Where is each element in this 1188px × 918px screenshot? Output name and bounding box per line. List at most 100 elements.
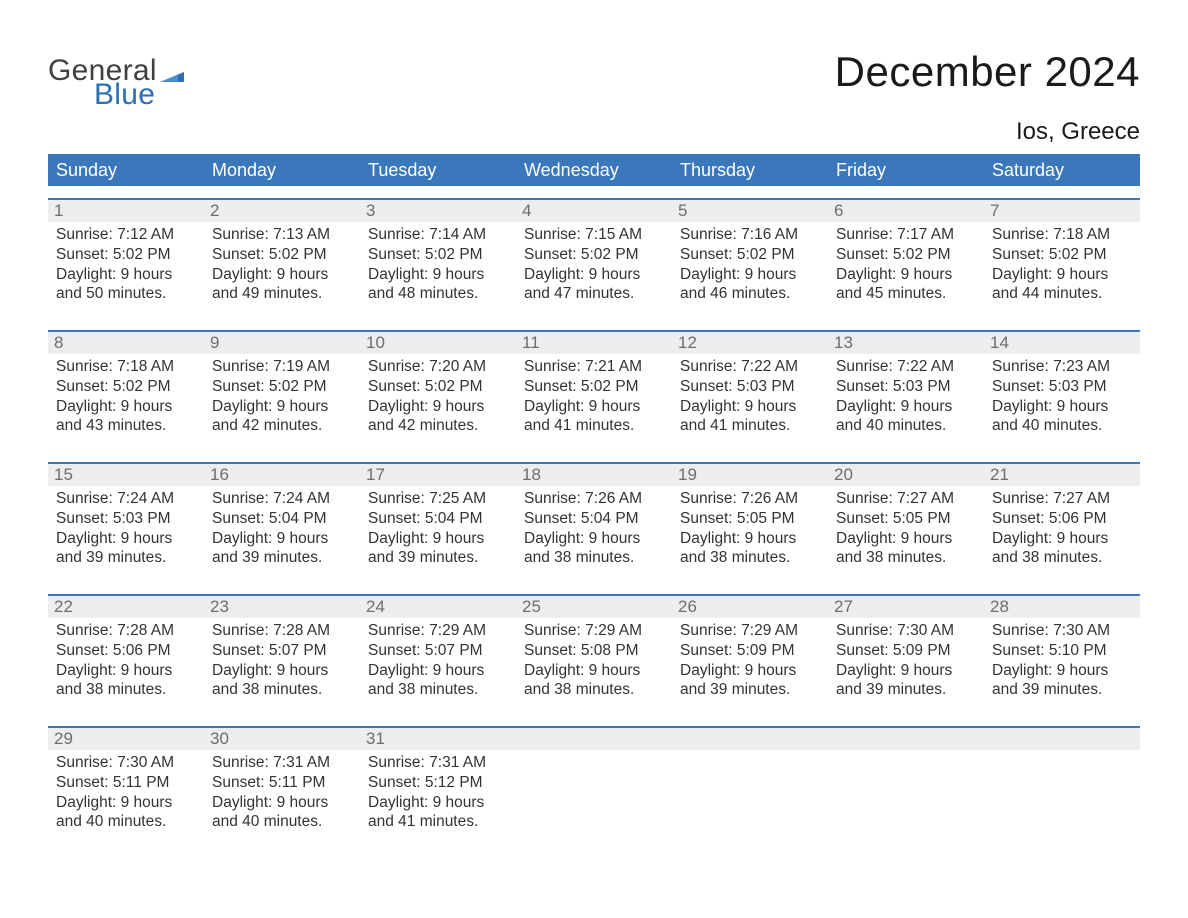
day-cell: Sunrise: 7:14 AM Sunset: 5:02 PM Dayligh… (360, 222, 516, 318)
day-number-row: 1 2 3 4 5 6 7 (48, 200, 1140, 222)
weekday-header: Thursday (672, 160, 828, 181)
daylight-text-2: and 38 minutes. (524, 548, 664, 568)
brand-word-blue: Blue (94, 78, 155, 112)
daylight-text-1: Daylight: 9 hours (992, 397, 1132, 417)
daylight-text-2: and 49 minutes. (212, 284, 352, 304)
day-cell: Sunrise: 7:31 AMSunset: 5:12 PMDaylight:… (360, 750, 516, 846)
day-cell (828, 750, 984, 846)
daylight-text-2: and 38 minutes. (524, 680, 664, 700)
sunrise-text: Sunrise: 7:13 AM (212, 225, 352, 245)
daylight-text-2: and 39 minutes. (680, 680, 820, 700)
daylight-text-1: Daylight: 9 hours (836, 661, 976, 681)
weekday-header: Saturday (984, 160, 1140, 181)
header-area: General Blue December 2024 Ios, Greece (48, 30, 1140, 146)
sunset-text: Sunset: 5:03 PM (836, 377, 976, 397)
day-number: 24 (360, 597, 516, 617)
daylight-text-2: and 40 minutes. (992, 416, 1132, 436)
daylight-text-1: Daylight: 9 hours (212, 793, 352, 813)
day-cell: Sunrise: 7:17 AM Sunset: 5:02 PM Dayligh… (828, 222, 984, 318)
day-number: 26 (672, 597, 828, 617)
title-block: December 2024 Ios, Greece (835, 30, 1140, 146)
sunset-text: Sunset: 5:11 PM (212, 773, 352, 793)
daylight-text-1: Daylight: 9 hours (680, 397, 820, 417)
daylight-text-1: Daylight: 9 hours (212, 265, 352, 285)
calendar-grid: Sunday Monday Tuesday Wednesday Thursday… (48, 154, 1140, 846)
day-cell: Sunrise: 7:23 AMSunset: 5:03 PMDaylight:… (984, 354, 1140, 450)
day-cell (672, 750, 828, 846)
day-cell: Sunrise: 7:28 AMSunset: 5:06 PMDaylight:… (48, 618, 204, 714)
sunrise-text: Sunrise: 7:26 AM (524, 489, 664, 509)
day-number: 10 (360, 333, 516, 353)
daylight-text-1: Daylight: 9 hours (680, 265, 820, 285)
day-content-row: Sunrise: 7:24 AMSunset: 5:03 PMDaylight:… (48, 486, 1140, 582)
sunset-text: Sunset: 5:03 PM (56, 509, 196, 529)
daylight-text-2: and 40 minutes. (56, 812, 196, 832)
daylight-text-2: and 39 minutes. (836, 680, 976, 700)
daylight-text-2: and 38 minutes. (368, 680, 508, 700)
daylight-text-1: Daylight: 9 hours (992, 265, 1132, 285)
daylight-text-2: and 39 minutes. (992, 680, 1132, 700)
daylight-text-2: and 38 minutes. (212, 680, 352, 700)
day-number: 30 (204, 729, 360, 749)
sunset-text: Sunset: 5:02 PM (680, 245, 820, 265)
sunrise-text: Sunrise: 7:25 AM (368, 489, 508, 509)
day-cell: Sunrise: 7:29 AMSunset: 5:07 PMDaylight:… (360, 618, 516, 714)
sunrise-text: Sunrise: 7:26 AM (680, 489, 820, 509)
sunset-text: Sunset: 5:05 PM (680, 509, 820, 529)
day-number: 4 (516, 201, 672, 221)
sunset-text: Sunset: 5:04 PM (212, 509, 352, 529)
week-row: 1 2 3 4 5 6 7 Sunrise: 7:12 AM Sunset: 5… (48, 198, 1140, 318)
day-cell: Sunrise: 7:30 AMSunset: 5:11 PMDaylight:… (48, 750, 204, 846)
day-number-row: 8 9 10 11 12 13 14 (48, 332, 1140, 354)
sunset-text: Sunset: 5:02 PM (992, 245, 1132, 265)
sunrise-text: Sunrise: 7:17 AM (836, 225, 976, 245)
day-number: 1 (48, 201, 204, 221)
daylight-text-1: Daylight: 9 hours (56, 661, 196, 681)
day-cell: Sunrise: 7:29 AMSunset: 5:08 PMDaylight:… (516, 618, 672, 714)
sunrise-text: Sunrise: 7:31 AM (212, 753, 352, 773)
sunrise-text: Sunrise: 7:29 AM (524, 621, 664, 641)
sunset-text: Sunset: 5:02 PM (368, 245, 508, 265)
day-cell: Sunrise: 7:13 AM Sunset: 5:02 PM Dayligh… (204, 222, 360, 318)
sunrise-text: Sunrise: 7:28 AM (212, 621, 352, 641)
sunset-text: Sunset: 5:07 PM (212, 641, 352, 661)
week-row: 15 16 17 18 19 20 21 Sunrise: 7:24 AMSun… (48, 462, 1140, 582)
daylight-text-1: Daylight: 9 hours (368, 793, 508, 813)
day-cell: Sunrise: 7:22 AMSunset: 5:03 PMDaylight:… (828, 354, 984, 450)
day-cell: Sunrise: 7:20 AMSunset: 5:02 PMDaylight:… (360, 354, 516, 450)
daylight-text-1: Daylight: 9 hours (524, 265, 664, 285)
daylight-text-1: Daylight: 9 hours (836, 265, 976, 285)
day-number: 25 (516, 597, 672, 617)
weekday-header: Friday (828, 160, 984, 181)
brand-logo: General Blue (48, 56, 184, 112)
day-cell: Sunrise: 7:18 AM Sunset: 5:02 PM Dayligh… (984, 222, 1140, 318)
sunrise-text: Sunrise: 7:22 AM (836, 357, 976, 377)
daylight-text-2: and 47 minutes. (524, 284, 664, 304)
day-number: 2 (204, 201, 360, 221)
day-cell: Sunrise: 7:15 AM Sunset: 5:02 PM Dayligh… (516, 222, 672, 318)
sunset-text: Sunset: 5:06 PM (992, 509, 1132, 529)
daylight-text-1: Daylight: 9 hours (992, 661, 1132, 681)
sunset-text: Sunset: 5:02 PM (368, 377, 508, 397)
sunrise-text: Sunrise: 7:20 AM (368, 357, 508, 377)
day-cell: Sunrise: 7:26 AMSunset: 5:04 PMDaylight:… (516, 486, 672, 582)
day-cell (516, 750, 672, 846)
daylight-text-2: and 38 minutes. (56, 680, 196, 700)
day-number: 8 (48, 333, 204, 353)
day-number: 19 (672, 465, 828, 485)
day-cell: Sunrise: 7:30 AMSunset: 5:10 PMDaylight:… (984, 618, 1140, 714)
day-content-row: Sunrise: 7:12 AM Sunset: 5:02 PM Dayligh… (48, 222, 1140, 318)
day-number: 28 (984, 597, 1140, 617)
daylight-text-2: and 44 minutes. (992, 284, 1132, 304)
sunrise-text: Sunrise: 7:30 AM (56, 753, 196, 773)
daylight-text-2: and 43 minutes. (56, 416, 196, 436)
day-number: 22 (48, 597, 204, 617)
day-cell: Sunrise: 7:30 AMSunset: 5:09 PMDaylight:… (828, 618, 984, 714)
sunset-text: Sunset: 5:08 PM (524, 641, 664, 661)
flag-icon (160, 64, 184, 82)
day-number: 20 (828, 465, 984, 485)
day-cell: Sunrise: 7:26 AMSunset: 5:05 PMDaylight:… (672, 486, 828, 582)
day-cell: Sunrise: 7:27 AMSunset: 5:05 PMDaylight:… (828, 486, 984, 582)
daylight-text-1: Daylight: 9 hours (368, 529, 508, 549)
weekday-header: Wednesday (516, 160, 672, 181)
